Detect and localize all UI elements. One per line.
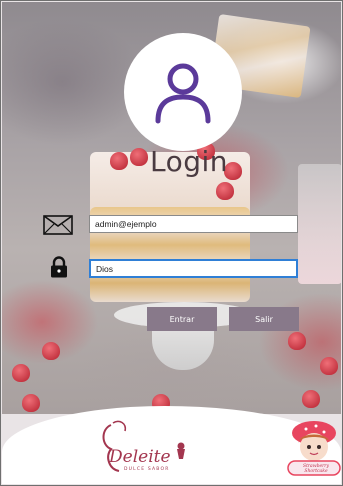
envelope-icon [43,215,73,235]
avatar [124,33,242,151]
strawberry-decor [216,182,234,200]
password-field[interactable] [89,259,298,278]
strawberry-decor [12,364,30,382]
login-window: Login Entrar Salir Deleite DULCE SABOR S… [0,0,343,486]
strawberry-decor [302,390,320,408]
partner-logo-text: Strawberry Shortcake [303,464,329,474]
strawberry-decor [22,394,40,412]
user-icon [155,63,211,124]
email-field[interactable] [89,215,298,233]
page-title: Login [150,145,229,178]
strawberry-decor [130,148,148,166]
strawberry-decor [110,152,128,170]
lock-icon [51,256,67,278]
exit-button[interactable]: Salir [229,307,299,331]
strawberry-decor [320,357,338,375]
brand-logo-tagline: DULCE SABOR [124,467,170,472]
strawberry-decor [42,342,60,360]
brand-logo-text: Deleite [109,447,171,467]
milkshake-glass-decor [298,164,341,284]
strawberry-decor [288,332,306,350]
enter-button[interactable]: Entrar [147,307,217,331]
